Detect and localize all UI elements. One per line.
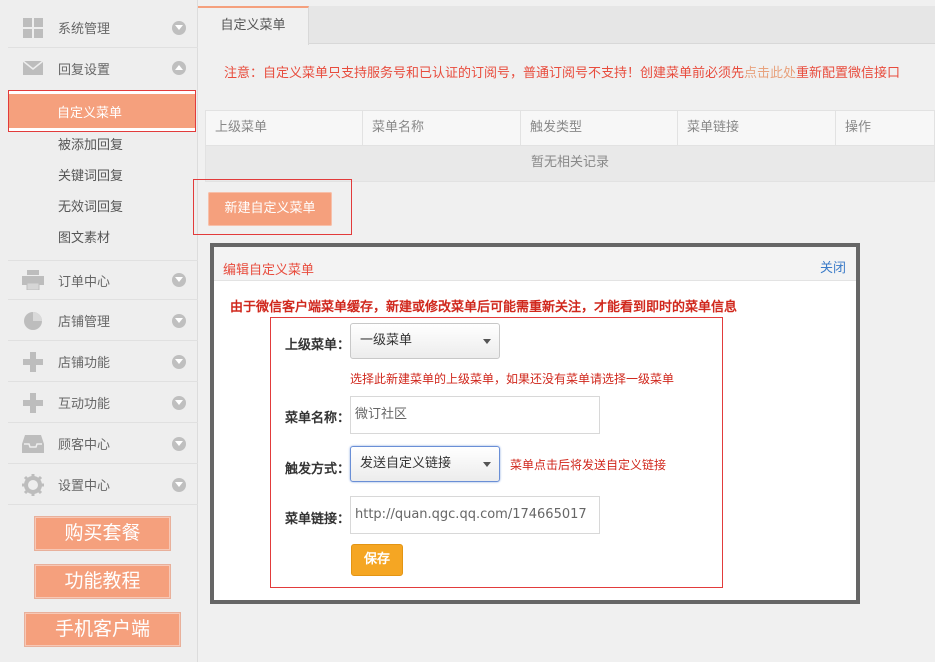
trigger-value: 发送自定义链接 xyxy=(360,456,452,471)
dropdown-caret-icon xyxy=(483,339,491,344)
sidebar-item-label: 设置中心 xyxy=(58,479,111,494)
sidebar-item-shop-functions[interactable]: 店铺功能 xyxy=(8,342,198,382)
parent-menu-label: 上级菜单： xyxy=(285,338,351,353)
main-content: 自定义菜单 注意：自定义菜单只支持服务号和已认证的订阅号，普通订阅号不支持！创建… xyxy=(193,0,935,662)
sidebar-subitem-custom-menu[interactable]: 自定义菜单 xyxy=(8,90,196,132)
sidebar-item-reply[interactable]: 回复设置 xyxy=(8,48,198,88)
trigger-hint: 菜单点击后将发送自定义链接 xyxy=(510,458,667,472)
notice-suffix: 重新配置微信接口 xyxy=(796,66,901,81)
tutorial-button[interactable]: 功能教程 xyxy=(34,564,171,599)
sidebar-item-settings[interactable]: 设置中心 xyxy=(8,465,198,505)
trigger-select[interactable]: 发送自定义链接 xyxy=(350,446,500,482)
buy-package-button[interactable]: 购买套餐 xyxy=(34,516,171,551)
parent-menu-select[interactable]: 一级菜单 xyxy=(350,323,500,359)
sidebar-item-customers[interactable]: 顾客中心 xyxy=(8,424,198,464)
sidebar-item-system[interactable]: 系统管理 xyxy=(8,8,198,48)
sidebar-item-orders[interactable]: 订单中心 xyxy=(8,260,198,300)
parent-menu-hint: 选择此新建菜单的上级菜单，如果还没有菜单请选择一级菜单 xyxy=(350,372,675,386)
chevron-down-icon[interactable] xyxy=(172,395,186,410)
chevron-down-icon[interactable] xyxy=(172,20,186,35)
table-empty-row: 暂无相关记录 xyxy=(205,146,935,182)
column-header-trigger: 触发类型 xyxy=(521,111,678,145)
column-header-actions: 操作 xyxy=(845,120,872,135)
chevron-down-icon[interactable] xyxy=(172,273,186,287)
sidebar-subitem-keyword-reply[interactable]: 关键词回复 xyxy=(58,165,123,184)
plus-icon xyxy=(22,392,44,414)
printer-icon xyxy=(22,269,44,291)
sidebar-subitem-followed-reply[interactable]: 被添加回复 xyxy=(58,134,123,153)
sidebar-item-label: 顾客中心 xyxy=(58,438,111,453)
menu-link-label: 菜单链接： xyxy=(285,512,351,527)
menu-table: 上级菜单 菜单名称 触发类型 菜单链接 操作 暂无相关记录 xyxy=(205,110,935,182)
menu-name-label: 菜单名称： xyxy=(285,411,351,426)
chevron-down-icon[interactable] xyxy=(172,436,186,451)
reconfigure-link[interactable]: 点击此处 xyxy=(744,66,796,81)
table-header: 上级菜单 菜单名称 触发类型 菜单链接 操作 xyxy=(205,110,935,146)
chevron-up-icon[interactable] xyxy=(172,61,186,75)
dropdown-caret-icon xyxy=(483,462,491,467)
chevron-down-icon[interactable] xyxy=(172,313,186,328)
pie-icon xyxy=(22,310,44,332)
plus-icon xyxy=(22,351,44,373)
chevron-down-icon[interactable] xyxy=(172,354,186,369)
trigger-label: 触发方式： xyxy=(285,462,351,477)
sidebar: 系统管理 回复设置 自定义菜单 被添加回复 关键词回复 无效词回复 图文素材 订… xyxy=(0,0,198,662)
parent-menu-value: 一级菜单 xyxy=(360,333,413,348)
tab-bar: 自定义菜单 xyxy=(198,6,935,45)
sidebar-subitem-invalid-reply[interactable]: 无效词回复 xyxy=(58,196,123,215)
sidebar-item-label: 互动功能 xyxy=(58,397,111,412)
menu-form: 上级菜单： 一级菜单 选择此新建菜单的上级菜单，如果还没有菜单请选择一级菜单 菜… xyxy=(270,317,723,588)
sidebar-subitem-label: 自定义菜单 xyxy=(57,106,123,121)
dialog-title: 编辑自定义菜单 xyxy=(223,263,315,278)
edit-menu-dialog: 编辑自定义菜单 关闭 由于微信客户端菜单缓存，新建或修改菜单后可能需重新关注，才… xyxy=(210,243,860,604)
new-custom-menu-button[interactable]: 新建自定义菜单 xyxy=(208,192,332,226)
column-header-link: 菜单链接 xyxy=(678,111,836,145)
chevron-down-icon[interactable] xyxy=(172,477,186,492)
sidebar-item-label: 系统管理 xyxy=(58,22,111,37)
mobile-client-button[interactable]: 手机客户端 xyxy=(24,612,181,647)
dialog-header: 编辑自定义菜单 关闭 xyxy=(214,247,856,281)
gear-icon xyxy=(22,473,44,496)
menu-link-input[interactable]: http://quan.qgc.qq.com/174665017 xyxy=(350,496,600,534)
column-header-parent: 上级菜单 xyxy=(206,111,363,145)
notice-text: 注意：自定义菜单只支持服务号和已认证的订阅号，普通订阅号不支持！创建菜单前必须先… xyxy=(224,62,900,81)
tab-custom-menu[interactable]: 自定义菜单 xyxy=(198,6,309,45)
sidebar-subitem-media[interactable]: 图文素材 xyxy=(58,227,110,246)
mail-icon xyxy=(22,57,44,79)
inbox-icon xyxy=(22,433,44,455)
close-link[interactable]: 关闭 xyxy=(820,257,846,276)
menu-name-input[interactable]: 微订社区 xyxy=(350,396,600,434)
notice-prefix: 注意：自定义菜单只支持服务号和已认证的订阅号，普通订阅号不支持！创建菜单前必须先 xyxy=(224,66,745,81)
sidebar-item-label: 订单中心 xyxy=(58,274,111,290)
dialog-warning: 由于微信客户端菜单缓存，新建或修改菜单后可能需重新关注，才能看到即时的菜单信息 xyxy=(230,300,738,315)
sidebar-item-interaction[interactable]: 互动功能 xyxy=(8,383,198,423)
sidebar-item-label: 回复设置 xyxy=(58,62,111,78)
save-button[interactable]: 保存 xyxy=(351,544,403,576)
sidebar-item-label: 店铺功能 xyxy=(58,356,111,371)
sidebar-item-shop-manage[interactable]: 店铺管理 xyxy=(8,301,198,341)
column-header-name: 菜单名称 xyxy=(363,111,521,145)
sidebar-item-label: 店铺管理 xyxy=(58,315,111,330)
grid-icon xyxy=(22,17,44,39)
